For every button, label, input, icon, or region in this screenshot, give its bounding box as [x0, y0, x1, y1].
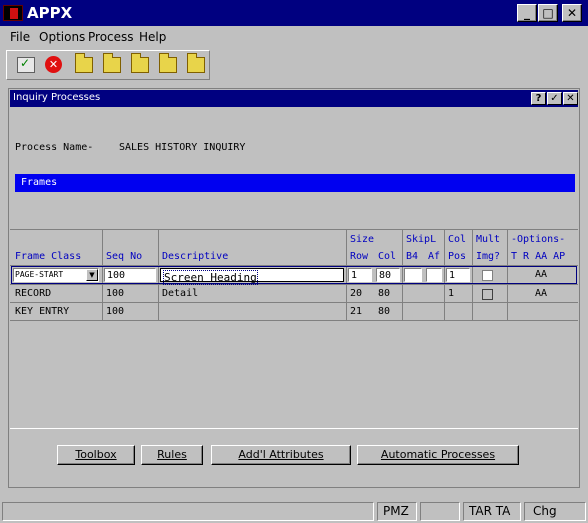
header-size: Size	[350, 234, 375, 245]
col-field[interactable]: 80	[376, 268, 400, 282]
pos-field[interactable]: 1	[446, 268, 470, 282]
frames-table: Size SkipL Col Mult -Options- Frame Clas…	[10, 229, 578, 429]
menu-options[interactable]: Options	[39, 30, 85, 44]
header-options: -Options-	[511, 234, 566, 245]
status-bar: PMZ TAR TA Chg	[0, 500, 588, 523]
delete-folder-icon[interactable]	[187, 53, 205, 73]
seq-value: 100	[106, 306, 125, 317]
row-value: 21	[350, 306, 363, 317]
col-value: 80	[378, 288, 391, 299]
frames-bar[interactable]: Frames	[15, 174, 575, 192]
inner-title-bar: Inquiry Processes ? ✓ ✕	[10, 90, 578, 107]
header-af: Af	[428, 251, 441, 262]
process-name-value: SALES HISTORY INQUIRY	[119, 142, 246, 153]
skip-af-field[interactable]	[426, 268, 442, 282]
automatic-processes-button[interactable]: Automatic Processes	[357, 445, 519, 465]
descriptive-field[interactable]: Screen Heading	[160, 268, 344, 285]
header-options-sub: T R AA AP	[511, 251, 566, 262]
status-panel-chg: Chg	[524, 502, 586, 521]
pos-value: 1	[449, 270, 456, 281]
frame-class-value: RECORD	[15, 288, 52, 299]
header-mult: Mult	[476, 234, 501, 245]
inquiry-processes-window: Inquiry Processes ? ✓ ✕ Process Name- SA…	[8, 88, 580, 488]
header-col: Col	[448, 234, 467, 245]
header-frame-class: Frame Class	[15, 251, 82, 262]
status-panel-pmz: PMZ	[377, 502, 417, 521]
edit-folder-icon[interactable]	[159, 53, 177, 73]
cancel-icon[interactable]: ✕	[45, 56, 62, 73]
minimize-button[interactable]: _	[517, 4, 537, 22]
seq-field[interactable]: 100	[104, 268, 156, 282]
col-value: 80	[378, 306, 391, 317]
seq-value: 100	[107, 270, 126, 281]
col-value: 80	[379, 270, 392, 281]
appx-logo-icon	[3, 5, 23, 21]
header-seq-no: Seq No	[106, 251, 143, 262]
checklist-icon[interactable]: ✓	[17, 56, 35, 73]
menu-file[interactable]: File	[10, 30, 30, 44]
search-folder-icon[interactable]	[131, 53, 149, 73]
header-descriptive: Descriptive	[162, 251, 229, 262]
frame-class-value: KEY ENTRY	[15, 306, 70, 317]
close-button[interactable]: ✕	[562, 4, 582, 22]
menu-process[interactable]: Process	[88, 30, 134, 44]
app-title: APPX	[27, 4, 73, 22]
header-pos: Pos	[448, 251, 467, 262]
row-value: 20	[350, 288, 363, 299]
header-row: Row	[350, 251, 369, 262]
open-folder-icon[interactable]	[103, 53, 121, 73]
rules-button[interactable]: Rules	[141, 445, 203, 465]
ok-button[interactable]: ✓	[547, 92, 562, 105]
help-button[interactable]: ?	[531, 92, 546, 105]
seq-value: 100	[106, 288, 125, 299]
options-value: AA	[535, 269, 548, 280]
inner-title: Inquiry Processes	[13, 92, 101, 103]
toolbox-button[interactable]: Toolbox	[57, 445, 135, 465]
status-panel-tar: TAR TA	[463, 502, 521, 521]
status-panel-blank	[420, 502, 460, 521]
new-folder-icon[interactable]	[75, 53, 93, 73]
row-field[interactable]: 1	[348, 268, 372, 282]
app-title-bar: APPX _ □ ✕	[0, 0, 588, 26]
header-b4: B4	[406, 251, 419, 262]
frame-class-value: PAGE-START	[15, 270, 64, 279]
row-value: 1	[351, 270, 358, 281]
skip-b4-field[interactable]	[404, 268, 422, 282]
options-value: AA	[535, 288, 548, 299]
header-skipl: SkipL	[406, 234, 437, 245]
maximize-button[interactable]: □	[538, 4, 558, 22]
frames-label: Frames	[21, 177, 58, 188]
inner-close-button[interactable]: ✕	[563, 92, 578, 105]
addl-attributes-button[interactable]: Add'l Attributes	[211, 445, 351, 465]
descriptive-value: Screen Heading	[163, 270, 258, 285]
pos-value: 1	[448, 288, 455, 299]
mult-img-checkbox[interactable]	[482, 289, 493, 300]
header-size-col: Col	[378, 251, 397, 262]
chevron-down-icon[interactable]: ▼	[86, 269, 98, 281]
descriptive-value: Detail	[162, 288, 199, 299]
mult-img-checkbox[interactable]	[482, 270, 493, 281]
status-panel-message	[2, 502, 374, 521]
process-name-label: Process Name-	[15, 142, 94, 153]
menu-bar: File Options Process Help	[0, 27, 588, 47]
frame-class-select[interactable]: PAGE-START ▼	[13, 268, 99, 282]
toolbar: ✓ ✕	[6, 50, 210, 80]
header-img: Img?	[476, 251, 501, 262]
menu-help[interactable]: Help	[139, 30, 166, 44]
